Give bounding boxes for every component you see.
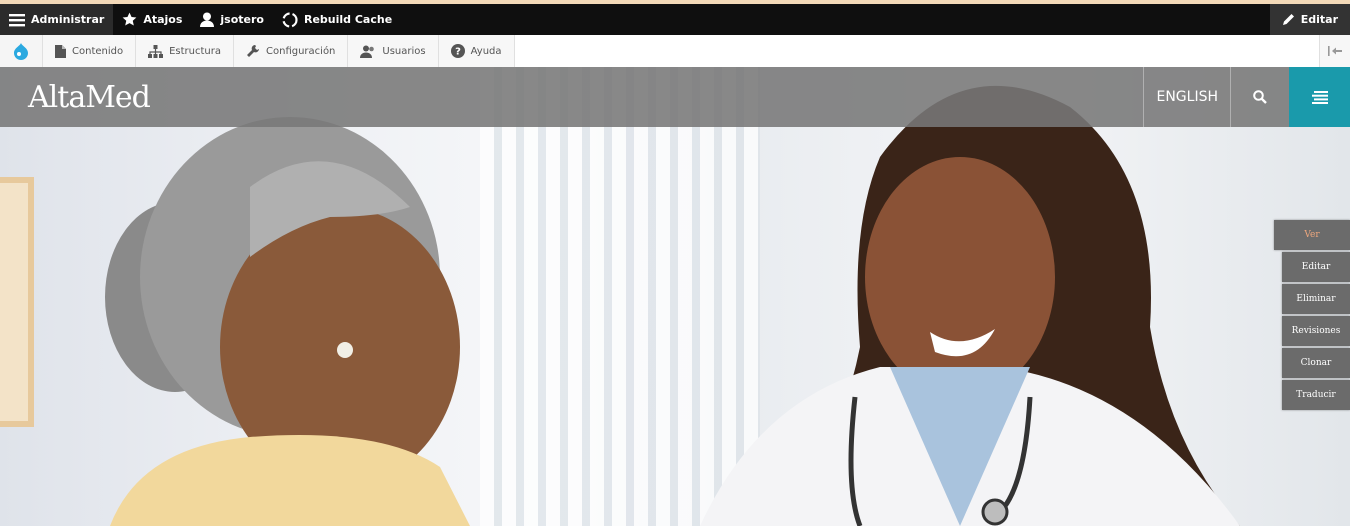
search-button[interactable] [1230, 67, 1289, 127]
tray-label-usuarios: Usuarios [382, 45, 426, 57]
hamburger-icon [9, 13, 25, 26]
drupal-icon [14, 42, 28, 60]
task-eliminar[interactable]: Eliminar [1282, 284, 1350, 314]
svg-text:?: ? [455, 47, 461, 58]
shortcuts-button[interactable]: Atajos [113, 4, 191, 35]
site-header: AltaMed ENGLISH [0, 67, 1350, 127]
local-tasks: Ver Editar Eliminar Revisiones Clonar Tr… [1274, 220, 1350, 412]
tray-label-contenido: Contenido [72, 45, 124, 57]
hero-image-doctor-patient [105, 85, 1240, 526]
rebuild-cache-button[interactable]: Rebuild Cache [273, 4, 401, 35]
edit-mode-label: Editar [1300, 13, 1338, 26]
tray-item-configuracion[interactable]: Configuración [234, 35, 349, 67]
admin-menu-label: Administrar [31, 13, 105, 26]
menu-lines-icon [1311, 90, 1328, 104]
task-editar[interactable]: Editar [1282, 252, 1350, 282]
tray-item-contenido[interactable]: Contenido [43, 35, 137, 67]
tray-orientation-toggle[interactable] [1319, 35, 1350, 67]
task-revisiones[interactable]: Revisiones [1282, 316, 1350, 346]
tray-label-ayuda: Ayuda [470, 45, 502, 57]
site-logo[interactable]: AltaMed [28, 80, 151, 115]
sitemap-icon [148, 44, 164, 58]
tray-item-usuarios[interactable]: Usuarios [348, 35, 439, 67]
admin-tray: Contenido Estructura Configuración Usuar… [0, 35, 1350, 68]
hero-banner: AltaMed ENGLISH Ver Editar Eliminar Revi… [0, 67, 1350, 526]
help-icon: ? [450, 44, 465, 58]
task-clonar[interactable]: Clonar [1282, 348, 1350, 378]
users-icon [360, 45, 375, 58]
tray-item-estructura[interactable]: Estructura [136, 35, 234, 67]
admin-toolbar: Administrar Atajos jsotero Rebuild Cache… [0, 4, 1350, 35]
rebuild-cache-label: Rebuild Cache [303, 13, 393, 26]
task-traducir[interactable]: Traducir [1282, 380, 1350, 410]
pencil-icon [1282, 14, 1294, 25]
user-icon [200, 12, 215, 27]
tray-label-estructura: Estructura [169, 45, 221, 57]
tray-item-ayuda[interactable]: ? Ayuda [438, 35, 515, 67]
tray-label-configuracion: Configuración [266, 45, 336, 57]
user-button[interactable]: jsotero [191, 4, 273, 35]
shortcuts-label: Atajos [143, 13, 183, 26]
wrench-icon [247, 45, 259, 57]
task-ver[interactable]: Ver [1274, 220, 1350, 250]
star-icon [122, 12, 137, 26]
header-controls: ENGLISH [1143, 67, 1350, 127]
language-switcher[interactable]: ENGLISH [1143, 67, 1230, 127]
user-label: jsotero [220, 13, 264, 26]
admin-menu-button[interactable]: Administrar [0, 4, 114, 35]
drupal-home-link[interactable] [0, 35, 43, 67]
collapse-left-icon [1328, 46, 1342, 56]
search-icon [1253, 90, 1267, 104]
recycle-icon [282, 11, 298, 28]
file-icon [55, 44, 66, 58]
main-menu-button[interactable] [1289, 67, 1350, 127]
edit-mode-button[interactable]: Editar [1269, 4, 1350, 35]
